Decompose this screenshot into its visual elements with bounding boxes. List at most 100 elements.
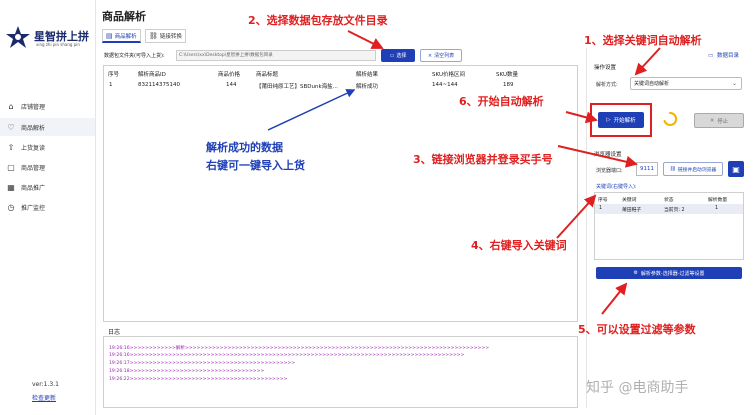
device-button[interactable]: ▣	[728, 161, 744, 177]
annotation-step5: 5、可以设置过滤等参数	[578, 323, 696, 336]
table-cell: 189	[503, 82, 514, 88]
button-label: 链接并启动浏览器	[677, 167, 717, 173]
watermark: 知乎 @电商助手	[586, 380, 689, 396]
close-icon: ✕	[709, 117, 715, 124]
chevron-down-icon: ⌄	[731, 80, 737, 87]
filter-settings-button[interactable]: ⚙ 解析参数-选择器-过滤等设置	[596, 267, 742, 279]
kw-column-header: 关键词	[622, 198, 637, 203]
upload-icon: ⇧	[7, 142, 15, 152]
arrow-step2	[347, 30, 384, 49]
path-input[interactable]: C:\Users\xx\Desktop\星智拼上拼\数据包目录	[176, 50, 376, 61]
tab-parse[interactable]: ▤ 商品解析	[102, 29, 141, 43]
folder-icon: ▭	[389, 52, 395, 59]
log-line: 19:26:16>>>>>>>>>>>>解析>>>>>>>>>>>>>>>>>>…	[109, 346, 490, 351]
sidebar-item-products[interactable]: ▢ 商品管理	[0, 158, 95, 176]
loading-spinner-icon	[663, 111, 678, 126]
box-icon: ▢	[7, 162, 15, 172]
column-header: SKU数量	[496, 72, 518, 78]
link-icon: ⛓	[669, 166, 676, 172]
choose-folder-button[interactable]: ▭ 选择	[381, 49, 415, 62]
browser-port-input[interactable]: 9111	[636, 162, 658, 176]
select-value: 关键词自动解析	[634, 81, 670, 87]
column-header: 商品标题	[256, 72, 279, 78]
button-label: 清空列表	[434, 53, 455, 59]
tab-link-convert[interactable]: ⛓ 链接转换	[145, 29, 186, 43]
path-label: 数据包文件夹(可导入上货):	[104, 53, 165, 59]
tab-label: 商品解析	[114, 33, 137, 40]
table-cell: 【莆田纯原工艺】SBDunk海盐...	[256, 84, 338, 90]
button-label: 开始解析	[613, 118, 636, 124]
annotation-step6: 6、开始自动解析	[459, 95, 544, 108]
kw-cell: 1	[599, 206, 603, 211]
link-label: 数据目录	[716, 53, 739, 59]
sidebar-item-promote[interactable]: ▦ 商品推广	[0, 178, 95, 196]
sidebar-item-store[interactable]: ⌂ 店铺管理	[0, 97, 95, 115]
connect-browser-button[interactable]: ⛓ 链接并启动浏览器	[663, 162, 723, 176]
play-icon: ▷	[606, 117, 611, 123]
gear-icon: ⚙	[633, 270, 638, 276]
column-header: 解析结果	[356, 72, 379, 78]
clock-icon: ◷	[7, 202, 15, 212]
sidebar-item-label: 推广监控	[21, 204, 46, 212]
sidebar-item-monitor[interactable]: ◷ 推广监控	[0, 198, 95, 216]
clear-list-button[interactable]: × 清空列表	[420, 49, 462, 62]
column-header: 序号	[108, 72, 120, 78]
log-line: 19:26:17>>>>>>>>>>>>>>>>>>>>>>>>>>>>>>>>…	[109, 361, 296, 366]
table-cell: 144	[226, 82, 237, 88]
annotation-step4: 4、右键导入关键词	[471, 239, 567, 252]
parse-mode-label: 解析方式:	[596, 82, 618, 88]
column-header: SKU价格区间	[432, 72, 465, 78]
version-label: ver:1.3.1	[32, 381, 59, 388]
kw-cell: 莆田鞋子	[622, 208, 642, 213]
tab-label: 链接转换	[159, 34, 182, 40]
sidebar-item-parse[interactable]: ♡ 商品解析	[0, 118, 95, 136]
stop-button[interactable]: ✕ 停止	[694, 113, 744, 128]
annotation-note-line2: 右键可一键导入上货	[206, 159, 305, 172]
close-icon: ×	[427, 52, 433, 59]
table-cell: 解析成功	[356, 84, 379, 90]
check-update-link[interactable]: 检查更新	[32, 393, 56, 402]
column-header: 解析商品ID	[138, 72, 166, 78]
browser-section-title: 浏览器设置	[594, 152, 622, 158]
parse-mode-select[interactable]: 关键词自动解析 ⌄	[630, 77, 742, 90]
column-header: 商品价格	[218, 72, 241, 78]
log-line: 19:26:18>>>>>>>>>>>>>>>>>>>>>>>>>>>>>>>>…	[109, 369, 265, 374]
browser-port-label: 浏览器端口:	[596, 168, 623, 174]
log-line: 19:26:16>>>>>>>>>>>>>>>>>>>>>>>>>>>>>>>>…	[109, 353, 465, 358]
log-title: 日志	[108, 329, 121, 336]
annotation-step1: 1、选择关键词自动解析	[584, 34, 702, 47]
kw-column-header: 序号	[598, 198, 608, 203]
log-line: 19:26:22>>>>>>>>>>>>>>>>>>>>>>>>>>>>>>>>…	[109, 377, 288, 382]
annotation-note-line1: 解析成功的数据	[206, 141, 283, 154]
kw-cell: 1	[715, 206, 719, 211]
sidebar-item-label: 商品推广	[21, 184, 46, 192]
home-icon: ⌂	[8, 101, 14, 111]
sidebar-item-label: 店铺管理	[21, 103, 46, 111]
grid-icon: ▦	[7, 182, 15, 192]
sidebar-item-label: 上货复读	[21, 144, 46, 152]
folder-icon: ▭	[708, 53, 714, 59]
document-icon: ▤	[106, 31, 113, 40]
heart-icon: ♡	[7, 122, 15, 132]
sidebar-item-label: 商品解析	[21, 124, 46, 132]
device-icon: ▣	[732, 164, 740, 174]
button-label: 解析参数-选择器-过滤等设置	[640, 270, 705, 277]
table-cell: 832114375140	[138, 82, 180, 88]
link-icon: ⛓	[149, 32, 158, 40]
annotation-step2: 2、选择数据包存放文件目录	[248, 14, 388, 27]
sidebar-item-label: 商品管理	[21, 164, 46, 172]
data-dir-link[interactable]: ▭ 数据目录	[708, 51, 739, 59]
keywords-title: 关键词(右键导入):	[596, 184, 637, 190]
star-logo-icon	[6, 26, 30, 48]
annotation-step3: 3、链接浏览器并登录买手号	[413, 153, 553, 166]
op-settings-title: 操作设置	[594, 65, 617, 71]
button-label: 停止	[717, 118, 729, 125]
kw-column-header: 解析数量	[708, 198, 728, 203]
kw-column-header: 状态	[664, 198, 674, 203]
start-parse-button[interactable]: ▷ 开始解析	[598, 112, 644, 128]
app-tagline: xing zhi pin shang pin	[36, 42, 80, 47]
page-title: 商品解析	[102, 10, 146, 23]
kw-cell: 当前页: 2	[664, 208, 685, 213]
sidebar-item-upload[interactable]: ⇧ 上货复读	[0, 138, 95, 156]
table-cell: 1	[109, 82, 113, 88]
